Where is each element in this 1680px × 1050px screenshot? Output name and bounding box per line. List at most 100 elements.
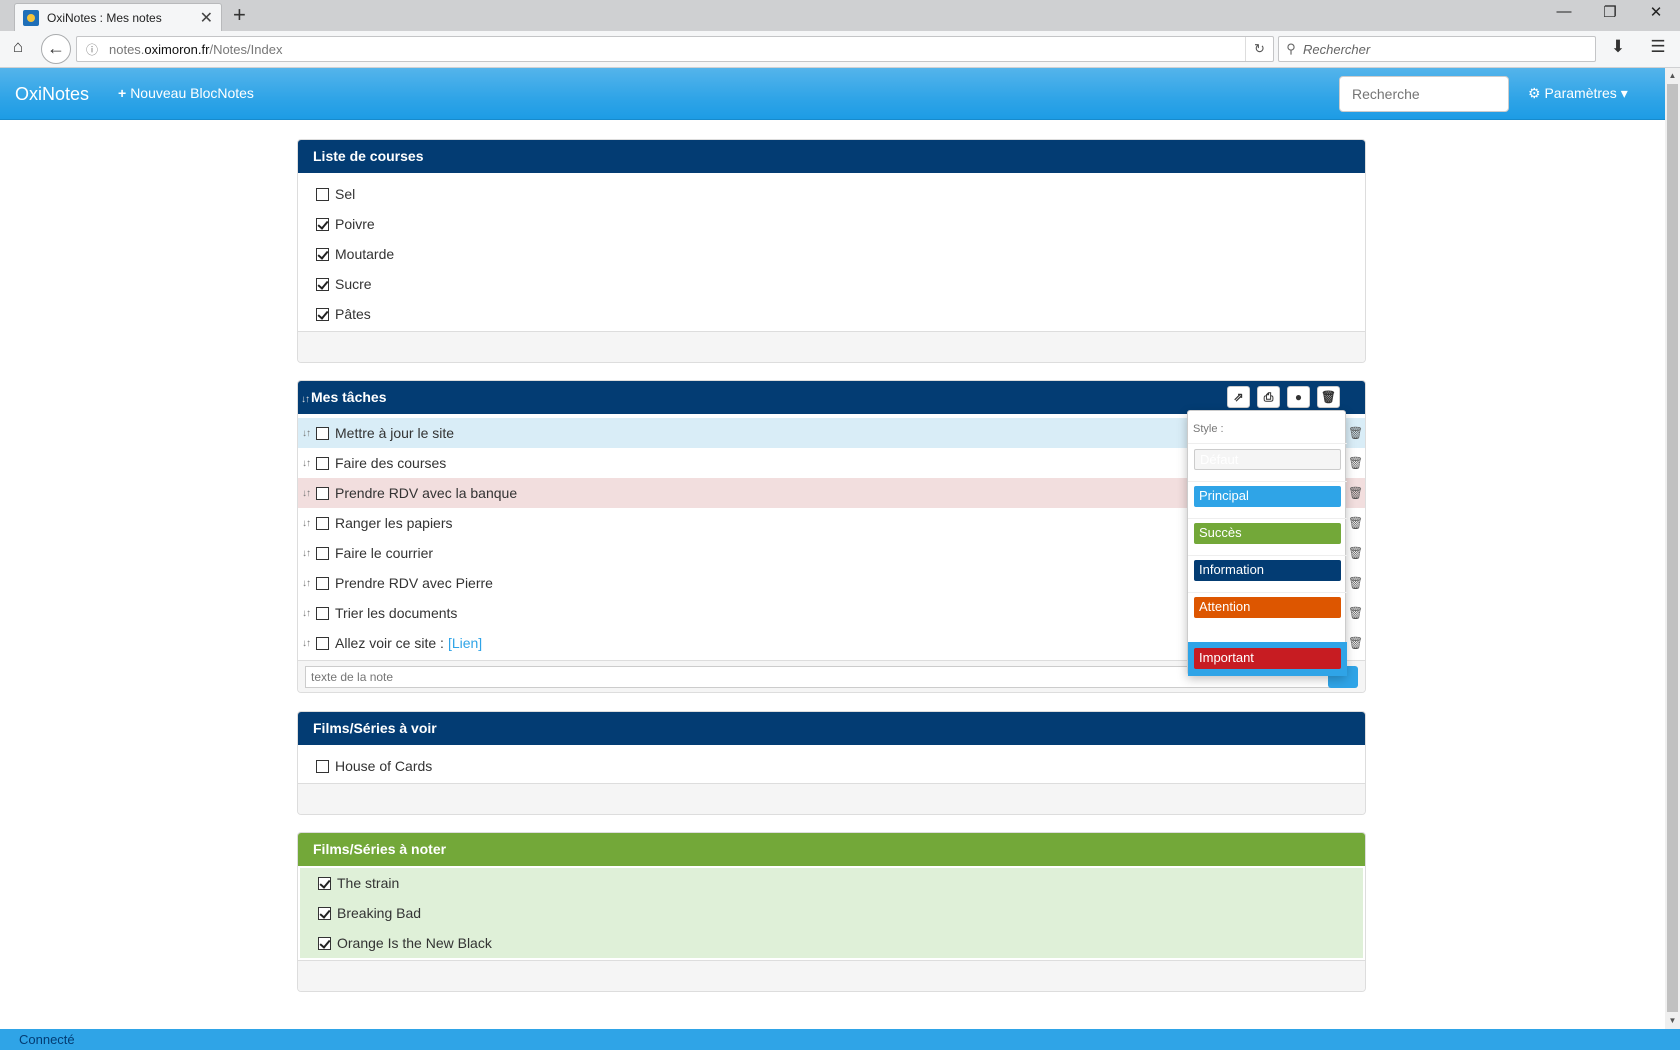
style-option-selected-row: Important [1188, 642, 1347, 676]
list-item[interactable]: Poivre [298, 209, 1365, 239]
search-icon: ⚲ [1286, 41, 1296, 56]
gear-icon: ⚙ [1528, 85, 1541, 101]
list-item[interactable]: Pâtes [298, 299, 1365, 329]
style-option-succes[interactable]: Succès [1194, 523, 1341, 544]
tab-close-icon[interactable]: ✕ [200, 8, 213, 28]
list-item[interactable]: The strain [300, 868, 1363, 898]
checkbox[interactable] [316, 606, 329, 620]
style-menu-label: Style : [1193, 423, 1224, 435]
checkbox[interactable] [318, 936, 331, 950]
brand-logo[interactable]: OxiNotes [15, 84, 89, 105]
checkbox[interactable] [316, 247, 329, 261]
panel-body: The strain Breaking Bad Orange Is the Ne… [298, 866, 1365, 960]
scroll-thumb[interactable] [1667, 84, 1678, 1012]
drag-handle-icon[interactable]: ↓↑ [302, 578, 316, 589]
trash-icon[interactable]: 🗑 [1348, 576, 1363, 590]
list-item[interactable]: House of Cards [298, 751, 1365, 781]
style-option-row: Information [1188, 555, 1347, 591]
browser-search-input[interactable]: ⚲ Rechercher [1278, 36, 1596, 62]
style-drop-icon[interactable]: ● [1287, 386, 1310, 408]
checkbox[interactable] [316, 759, 329, 773]
drag-handle-icon[interactable]: ↓↑ [302, 458, 316, 469]
style-option-row: Défaut [1188, 443, 1347, 479]
url-text: notes.oximoron.fr/Notes/Index [109, 41, 283, 57]
list-item[interactable]: Orange Is the New Black [300, 928, 1363, 958]
restore-button[interactable]: ❐ [1587, 3, 1633, 21]
checkbox[interactable] [316, 456, 329, 470]
style-option-row: Succès [1188, 518, 1347, 554]
drag-handle-icon[interactable]: ↓↑ [302, 488, 316, 499]
caret-down-icon: ▾ [1620, 85, 1628, 101]
close-window-button[interactable]: ✕ [1633, 3, 1679, 21]
style-option-principal[interactable]: Principal [1194, 486, 1341, 507]
checkbox[interactable] [316, 307, 329, 321]
trash-icon[interactable]: 🗑 [1348, 486, 1363, 500]
minimize-button[interactable]: — [1541, 3, 1587, 20]
scroll-up-icon[interactable]: ▲ [1665, 68, 1680, 84]
drag-handle-icon[interactable]: ↓↑ [302, 428, 316, 439]
address-bar[interactable]: ⓘ notes.oximoron.fr/Notes/Index ↻ [76, 36, 1274, 62]
scroll-down-icon[interactable]: ▼ [1665, 1013, 1680, 1029]
share-icon[interactable]: ⇗ [1227, 386, 1250, 408]
drag-handle-icon[interactable]: ↓↑ [301, 394, 310, 405]
checkbox[interactable] [316, 516, 329, 530]
style-option-important[interactable]: Important [1194, 648, 1341, 669]
panel-actions: ⇗ ⎙ ● 🗑 [1227, 386, 1340, 408]
notebook-panel: Films/Séries à noter The strain Breaking… [297, 832, 1366, 992]
checkbox[interactable] [316, 546, 329, 560]
drag-handle-icon[interactable]: ↓↑ [302, 518, 316, 529]
checkbox[interactable] [318, 876, 331, 890]
download-icon[interactable]: ⬇ [1606, 37, 1630, 57]
style-dropdown-menu: Style : Défaut Principal Succès Informat… [1187, 410, 1347, 676]
drag-handle-icon[interactable]: ↓↑ [302, 548, 316, 559]
list-item[interactable]: Sucre [298, 269, 1365, 299]
trash-icon[interactable]: 🗑 [1348, 636, 1363, 650]
home-icon[interactable]: ⌂ [6, 37, 30, 57]
delete-panel-icon[interactable]: 🗑 [1317, 386, 1340, 408]
style-option-row: Principal [1188, 481, 1347, 517]
checkbox[interactable] [316, 636, 329, 650]
menu-icon[interactable]: ☰ [1646, 37, 1670, 57]
style-option-attention[interactable]: Attention [1194, 597, 1341, 618]
page-scrollbar[interactable]: ▲ ▼ [1665, 68, 1680, 1029]
print-icon[interactable]: ⎙ [1257, 386, 1280, 408]
trash-icon[interactable]: 🗑 [1348, 426, 1363, 440]
panel-footer [298, 960, 1365, 991]
list-item[interactable]: Moutarde [298, 239, 1365, 269]
panel-footer [298, 331, 1365, 362]
drag-handle-icon[interactable]: ↓↑ [302, 608, 316, 619]
search-input[interactable] [1339, 76, 1509, 112]
app-navbar: OxiNotes +Nouveau BlocNotes ⚙ Paramètres… [0, 68, 1665, 120]
browser-tab[interactable]: OxiNotes : Mes notes ✕ [14, 3, 222, 31]
list-item[interactable]: Sel [298, 179, 1365, 209]
reload-icon[interactable]: ↻ [1245, 37, 1273, 61]
style-option-row: Attention [1188, 592, 1347, 628]
checkbox[interactable] [316, 426, 329, 440]
style-option-default[interactable]: Défaut [1194, 449, 1341, 470]
checkbox[interactable] [318, 906, 331, 920]
browser-tabstrip: OxiNotes : Mes notes ✕ + — ❐ ✕ [0, 0, 1680, 31]
checkbox[interactable] [316, 486, 329, 500]
new-blocnotes-button[interactable]: + Nouveau BlocNotes [118, 85, 254, 101]
tab-title: OxiNotes : Mes notes [47, 10, 162, 25]
settings-dropdown[interactable]: ⚙ Paramètres ▾ [1528, 85, 1628, 102]
trash-icon[interactable]: 🗑 [1348, 516, 1363, 530]
checkbox[interactable] [316, 576, 329, 590]
back-button[interactable]: ← [41, 34, 71, 64]
style-option-information[interactable]: Information [1194, 560, 1341, 581]
checkbox[interactable] [316, 217, 329, 231]
checkbox[interactable] [316, 187, 329, 201]
info-icon[interactable]: ⓘ [81, 41, 103, 58]
trash-icon[interactable]: 🗑 [1348, 456, 1363, 470]
panel-title[interactable]: Films/Séries à noter [298, 833, 1365, 866]
trash-icon[interactable]: 🗑 [1348, 546, 1363, 560]
item-link[interactable]: [Lien] [448, 635, 482, 651]
note-text-input[interactable] [305, 666, 1340, 688]
panel-title[interactable]: Liste de courses [298, 140, 1365, 173]
drag-handle-icon[interactable]: ↓↑ [302, 638, 316, 649]
new-tab-button[interactable]: + [233, 4, 246, 26]
trash-icon[interactable]: 🗑 [1348, 606, 1363, 620]
list-item[interactable]: Breaking Bad [300, 898, 1363, 928]
checkbox[interactable] [316, 277, 329, 291]
panel-title[interactable]: Films/Séries à voir [298, 712, 1365, 745]
